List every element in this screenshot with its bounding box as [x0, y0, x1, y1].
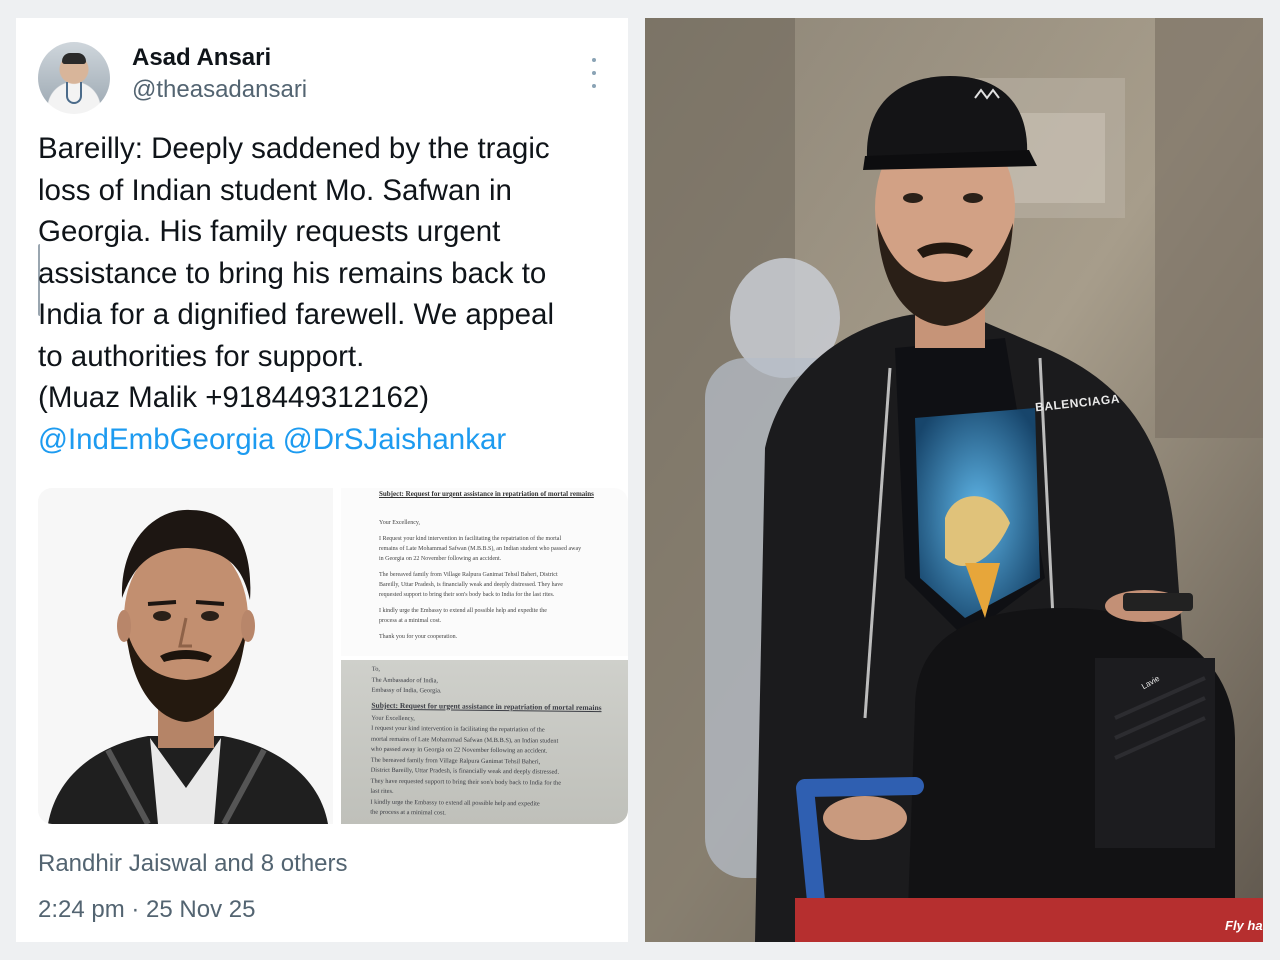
- letter-line: I kindly urge the Embassy to extend all …: [379, 608, 547, 614]
- avatar[interactable]: [38, 42, 110, 114]
- tweet-body: Bareilly: Deeply saddened by the tragic …: [38, 128, 620, 460]
- portrait-image[interactable]: [38, 488, 333, 824]
- letter-address: Embassy of India, Georgia.: [371, 686, 442, 695]
- tweet-line: assistance to bring his remains back to: [38, 256, 547, 290]
- tweet-media-grid: Subject: Request for urgent assistance i…: [38, 488, 628, 824]
- tweet-line: to authorities for support.: [38, 339, 365, 373]
- letter-scan-image[interactable]: Subject: Request for urgent assistance i…: [341, 488, 628, 656]
- tweet-mentions: @IndEmbGeorgia @DrSJaishankar: [38, 419, 620, 461]
- letter-photo-image[interactable]: To, The Ambassador of India, Embassy of …: [341, 660, 628, 824]
- cart-label: Fly ha: [1225, 918, 1263, 933]
- letter-line: remains of Late Mohammad Safwan (M.B.B.S…: [379, 546, 582, 552]
- mention-link[interactable]: @IndEmbGeorgia: [38, 423, 275, 456]
- tweet-card: Asad Ansari @theasadansari Bareilly: Dee…: [16, 18, 628, 942]
- tweet-line: India for a dignified farewell. We appea…: [38, 298, 555, 331]
- tweet-author: Asad Ansari @theasadansari: [38, 38, 598, 114]
- tweet-timestamp[interactable]: 2:24 pm · 25 Nov 25: [38, 896, 255, 924]
- letter-line: requested support to bring their son's b…: [379, 592, 555, 598]
- letter-line: process at a minimal cost.: [379, 618, 442, 624]
- letter-line: Thank you for your cooperation.: [379, 634, 458, 640]
- letter-line: I Request your kind intervention in faci…: [379, 536, 562, 542]
- letter-line: in Georgia on 22 November following an a…: [379, 556, 502, 562]
- tweet-line: (Muaz Malik +918449312162): [38, 381, 430, 414]
- letter-photo: To, The Ambassador of India, Embassy of …: [370, 665, 622, 821]
- letter-subject: Subject: Request for urgent assistance i…: [379, 490, 594, 498]
- letter-line: Your Excellency,: [379, 520, 420, 526]
- tweet-line: Georgia. His family requests urgent: [38, 215, 501, 248]
- author-name[interactable]: Asad Ansari: [132, 44, 271, 72]
- engagement-summary[interactable]: Randhir Jaiswal and 8 others: [38, 850, 348, 878]
- letter-line: Bareilly, Uttar Pradesh, is financially …: [379, 582, 563, 588]
- tweet-line: loss of Indian student Mo. Safwan in: [38, 173, 512, 207]
- more-options-icon[interactable]: [590, 58, 598, 88]
- letter-line: The bereaved family from Village Ralpura…: [379, 572, 558, 578]
- letter-subject: Subject: Request for urgent assistance i…: [371, 700, 602, 712]
- author-handle[interactable]: @theasadansari: [132, 76, 307, 104]
- tweet-line: Bareilly: Deeply saddened by the tragic: [38, 132, 550, 165]
- letter-line: the process at a minimal cost.: [370, 808, 446, 817]
- airport-photo: BALENCIAGA Lavie Fly ha: [645, 18, 1263, 942]
- collage: Asad Ansari @theasadansari Bareilly: Dee…: [0, 0, 1280, 960]
- mention-link[interactable]: @DrSJaishankar: [283, 423, 506, 456]
- letter-scan: Subject: Request for urgent assistance i…: [379, 488, 609, 642]
